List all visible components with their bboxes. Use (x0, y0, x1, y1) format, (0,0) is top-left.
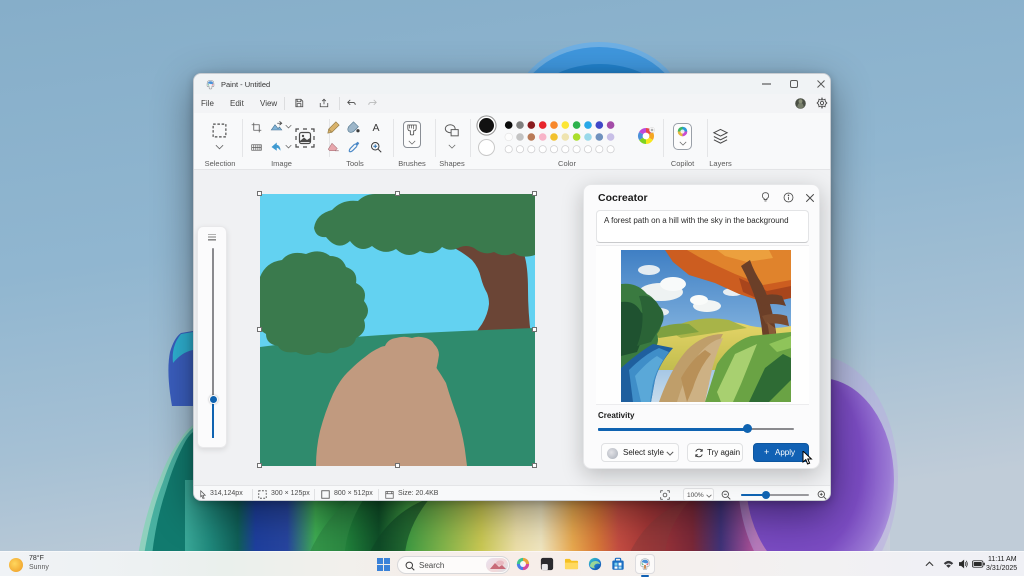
svg-text:A: A (372, 122, 379, 133)
